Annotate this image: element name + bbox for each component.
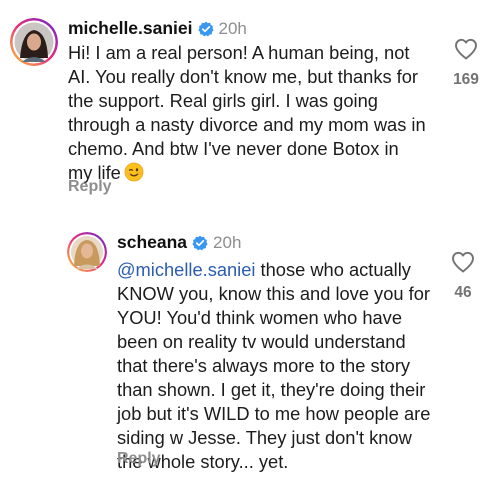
wink-emoji-icon — [124, 162, 144, 188]
like-group: 169 — [446, 38, 486, 89]
mention-link[interactable]: @michelle.saniei — [117, 259, 255, 280]
heart-outline-icon[interactable] — [451, 251, 475, 278]
reply-button[interactable]: Reply — [68, 178, 112, 196]
avatar-michelle[interactable] — [10, 18, 58, 66]
like-count: 46 — [454, 284, 472, 301]
verified-badge-icon — [197, 21, 214, 37]
avatar-scheana[interactable] — [67, 232, 107, 272]
comment-text: those who actually KNOW you, know this a… — [117, 259, 431, 472]
comment-text: Hi! I am a real person! A human being, n… — [68, 42, 426, 183]
like-group: 46 — [443, 251, 483, 302]
comment-body: Hi! I am a real person! A human being, n… — [68, 41, 448, 188]
comment-header: michelle.saniei 20h — [68, 18, 247, 39]
verified-badge-icon — [192, 235, 208, 251]
heart-outline-icon[interactable] — [454, 38, 478, 65]
comment-body: @michelle.saniei those who actually KNOW… — [117, 258, 447, 474]
username[interactable]: michelle.saniei — [68, 18, 193, 39]
comment-header: scheana 20h — [117, 232, 241, 253]
reply-button[interactable]: Reply — [117, 450, 161, 468]
timestamp: 20h — [213, 232, 242, 252]
like-count: 169 — [453, 71, 479, 88]
username[interactable]: scheana — [117, 232, 187, 253]
timestamp: 20h — [218, 18, 247, 38]
